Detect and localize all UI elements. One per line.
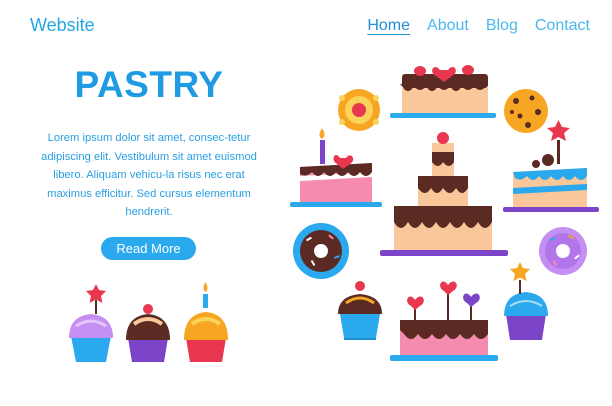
star-icon	[547, 120, 570, 141]
cake-slice-icon	[290, 128, 382, 207]
pastry-illustration	[69, 65, 599, 362]
cake-icon	[390, 281, 498, 361]
cupcake-icon	[126, 304, 170, 362]
cupcake-icon	[69, 284, 113, 362]
cake-slice-icon	[503, 120, 599, 212]
cupcake-icon	[504, 262, 548, 340]
star-icon	[510, 262, 530, 281]
heart-icon	[440, 281, 457, 295]
donut-icon	[539, 227, 587, 275]
cupcake-icon	[338, 281, 382, 340]
tiered-cake-icon	[380, 132, 508, 256]
cookie-icon	[338, 89, 380, 131]
cookie-icon	[504, 89, 548, 133]
cake-icon	[390, 65, 496, 118]
heart-icon	[463, 293, 480, 307]
heart-icon	[407, 296, 424, 310]
cupcake-icon	[184, 282, 228, 362]
candle-icon	[203, 294, 208, 308]
candle-icon	[320, 140, 325, 164]
donut-icon	[293, 223, 349, 279]
cherry-icon	[437, 132, 449, 144]
